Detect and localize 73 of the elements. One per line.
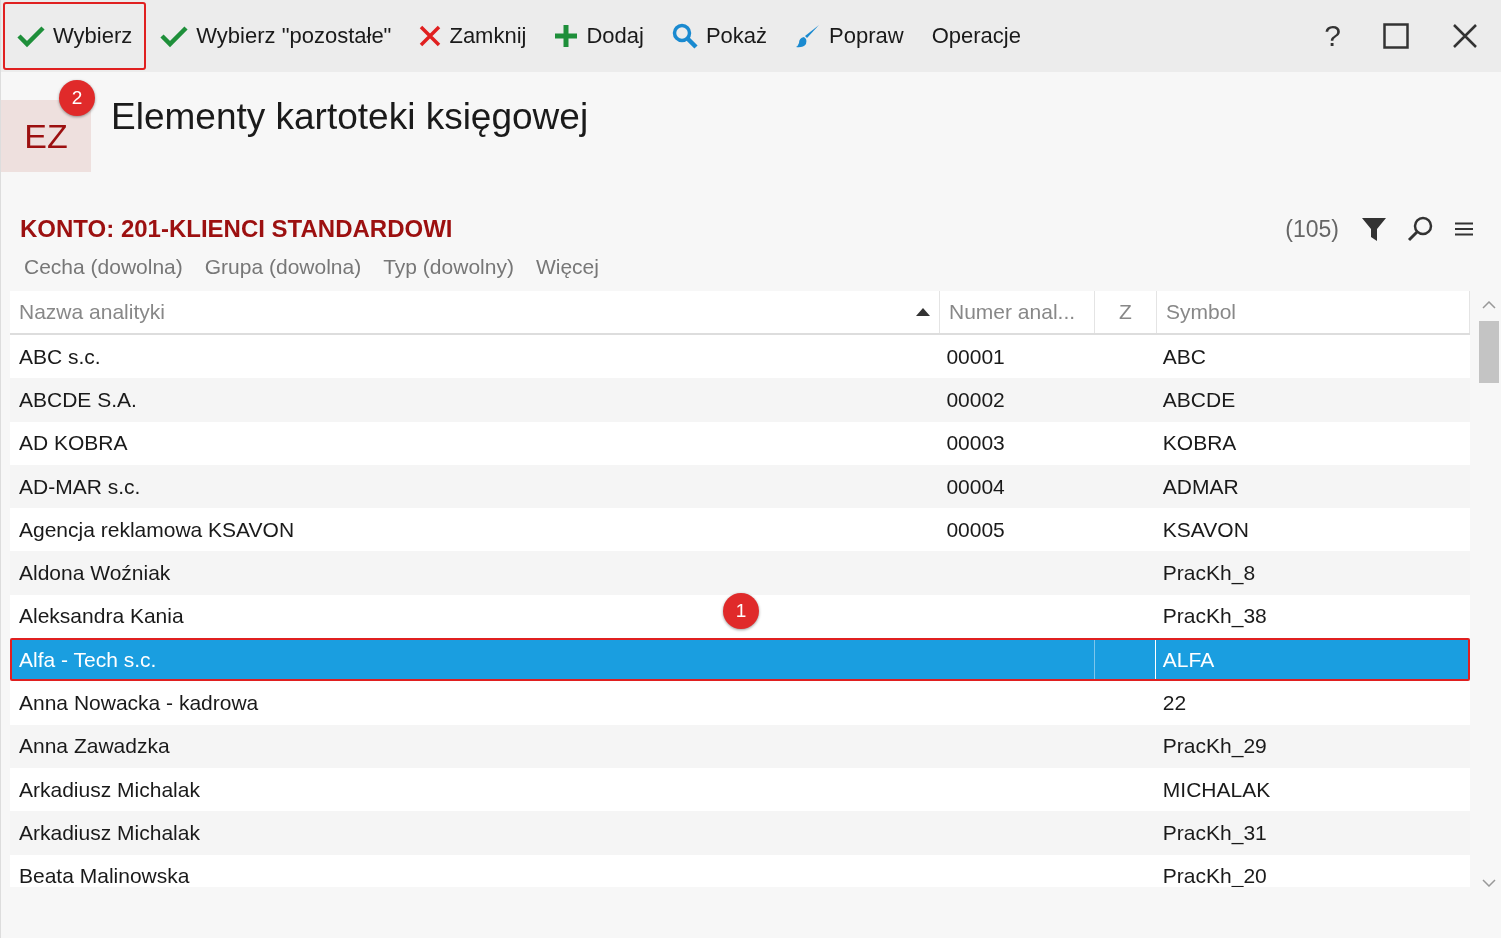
table-cell-text: 00003 [945, 431, 1006, 456]
brush-icon [795, 23, 822, 49]
check-icon [17, 24, 45, 48]
table-row[interactable]: AD KOBRA 00003 KOBRA [10, 421, 1470, 465]
table-row[interactable]: Beata Malinowska PracKh_20 [10, 854, 1470, 887]
table-cell: Aldona Woźniak [19, 561, 171, 585]
table-cell-text: MICHALAK [1161, 777, 1272, 802]
column-header[interactable]: Nazwa analityki [10, 291, 940, 333]
filter-link[interactable]: Więcej [535, 255, 599, 291]
table-cell-text: ABC [1161, 344, 1208, 369]
table-cell: ABC s.c. [19, 344, 101, 368]
table-row[interactable]: ABC s.c. 00001 ABC [10, 335, 1470, 379]
scrollbar-thumb[interactable] [1479, 321, 1499, 383]
table-cell-text: PracKh_38 [1161, 604, 1268, 629]
menu-icon[interactable] [1455, 222, 1473, 236]
table-cell-text: PracKh_29 [1161, 734, 1268, 759]
table-row[interactable]: Agencja reklamowa KSAVON 00005 KSAVON [10, 508, 1470, 552]
column-header[interactable]: Symbol [1157, 291, 1470, 333]
table-cell-text: 00001 [945, 344, 1006, 369]
search-icon [671, 23, 698, 49]
help-button[interactable]: ? [1304, 19, 1361, 53]
table-cell-text: ALFA [1161, 647, 1216, 672]
table-cell-text: 00002 [945, 387, 1006, 412]
sort-ascending-icon [916, 308, 930, 316]
table-cell: Beata Malinowska [19, 864, 190, 887]
table-cell: Anna Zawadzka [19, 734, 170, 758]
table-cell-text: PracKh_31 [1161, 820, 1268, 845]
table-row[interactable]: Arkadiusz Michalak MICHALAK [10, 767, 1470, 812]
maximize-icon[interactable] [1383, 23, 1409, 49]
filter-link[interactable]: Grupa (dowolna) [204, 255, 362, 291]
table-cell: Aleksandra Kania [19, 604, 184, 628]
toolbar-button[interactable]: Pokaż [657, 2, 782, 70]
annotation-badge: 1 [723, 592, 759, 629]
table-cell-text: KOBRA [1161, 431, 1238, 456]
table-cell: AD KOBRA [19, 431, 128, 455]
check-icon [160, 24, 189, 48]
toolbar-button[interactable]: Dodaj [540, 2, 658, 70]
search-icon[interactable] [1407, 215, 1435, 243]
table-cell: Alfa - Tech s.c. [19, 647, 157, 671]
toolbar-button[interactable]: Wybierz "pozostałe" [146, 2, 406, 70]
table-cell: Arkadiusz Michalak [19, 777, 200, 801]
toolbar-button[interactable]: Popraw [781, 2, 918, 70]
column-header[interactable]: Z [1095, 291, 1157, 333]
table-cell-text: ABCDE [1161, 387, 1237, 412]
close-icon [419, 25, 442, 47]
table-row[interactable]: Anna Nowacka - kadrowa 22 [10, 681, 1470, 725]
table-cell-text: 00004 [945, 474, 1006, 499]
close-icon[interactable] [1453, 24, 1477, 48]
account-title: KONTO: 201-KLIENCI STANDARDOWI [20, 215, 453, 243]
table-cell: Arkadiusz Michalak [19, 820, 200, 844]
scroll-up-icon[interactable] [1482, 301, 1496, 309]
scroll-down-icon[interactable] [1482, 879, 1496, 887]
operations-menu-button[interactable]: Operacje [917, 2, 1035, 70]
record-count: (105) [1285, 215, 1339, 243]
table-cell: AD-MAR s.c. [19, 474, 141, 498]
table-cell: Anna Nowacka - kadrowa [19, 691, 259, 714]
table-cell: ABCDE S.A. [19, 387, 137, 411]
window-title: Elementy kartoteki księgowej [111, 96, 589, 138]
table-cell-text: KSAVON [1161, 517, 1250, 542]
filter-link[interactable]: Cecha (dowolna) [24, 255, 183, 291]
plus-icon [554, 24, 579, 48]
table-row[interactable]: Aleksandra Kania 1 PracKh_38 [10, 594, 1470, 639]
table-cell: Agencja reklamowa KSAVON [19, 517, 295, 541]
table-cell-text: ADMAR [1161, 474, 1240, 499]
filter-icon[interactable] [1361, 216, 1387, 242]
table-cell-text: PracKh_8 [1161, 561, 1257, 586]
column-header[interactable]: Numer anal... [940, 291, 1095, 333]
table-cell-text: 00005 [945, 517, 1006, 542]
toolbar-button[interactable]: Zamknij [405, 2, 541, 70]
table-cell-text: 22 [1161, 691, 1188, 715]
filter-link[interactable]: Typ (dowolny) [383, 255, 514, 291]
table-cell-text: PracKh_20 [1161, 864, 1268, 887]
toolbar-button[interactable]: Wybierz [3, 2, 147, 70]
